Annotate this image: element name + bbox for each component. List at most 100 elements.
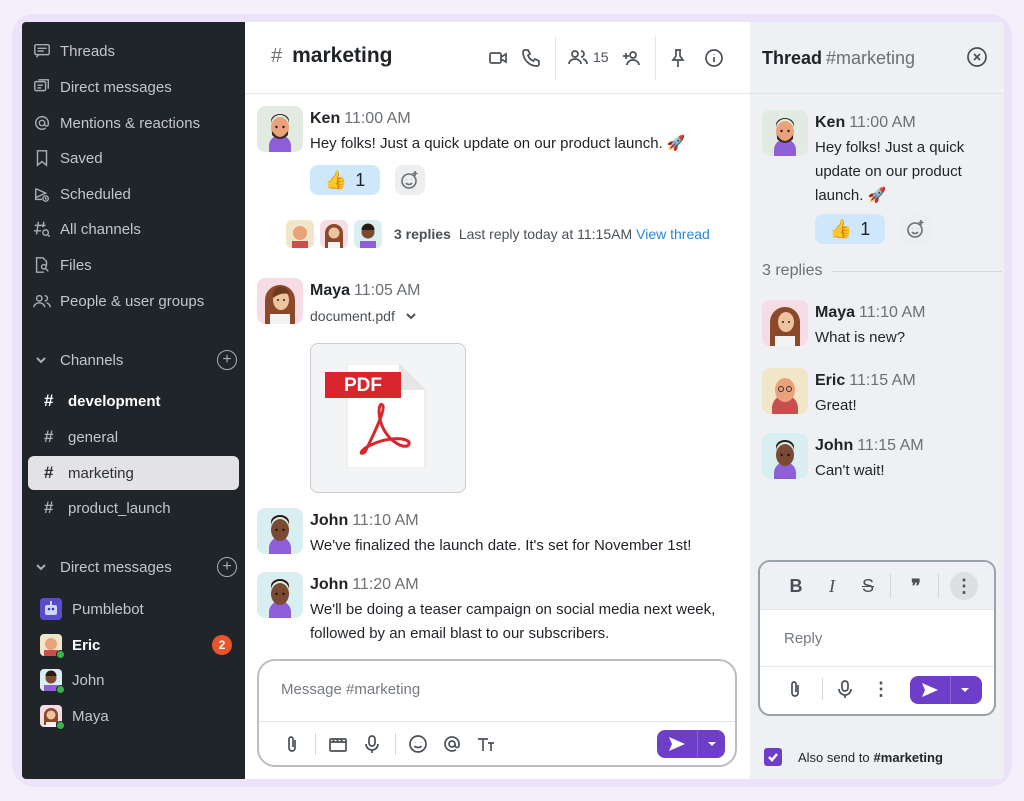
toolbar-divider bbox=[395, 733, 396, 755]
sidebar-channel-product-launch[interactable]: # product_launch bbox=[28, 491, 239, 525]
send-icon bbox=[910, 680, 950, 700]
send-button[interactable] bbox=[657, 730, 725, 758]
sidebar-channel-development[interactable]: # development bbox=[28, 384, 239, 418]
reaction-chip[interactable]: 👍 1 bbox=[815, 214, 885, 244]
attach-icon[interactable] bbox=[782, 674, 808, 704]
info-icon[interactable] bbox=[702, 46, 726, 70]
text-format-icon[interactable] bbox=[473, 729, 499, 759]
sidebar-item-people[interactable]: People & user groups bbox=[32, 286, 237, 316]
message-time: 11:05 AM bbox=[354, 282, 421, 299]
video-clip-icon[interactable] bbox=[325, 729, 351, 759]
message-input[interactable]: Message #marketing bbox=[281, 681, 420, 698]
pin-icon[interactable] bbox=[666, 46, 690, 70]
reply-input[interactable]: Reply bbox=[784, 630, 822, 647]
threads-icon bbox=[32, 41, 52, 61]
author-name[interactable]: John bbox=[310, 576, 348, 593]
message-item: Ken 11:00 AM Hey folks! Just a quick upda… bbox=[257, 106, 742, 226]
sidebar-item-saved[interactable]: Saved bbox=[32, 143, 237, 173]
author-name[interactable]: Ken bbox=[310, 110, 340, 127]
author-name[interactable]: Eric bbox=[815, 372, 845, 389]
unread-badge: 2 bbox=[212, 635, 232, 655]
also-send-checkbox[interactable] bbox=[764, 748, 782, 766]
channel-search-icon bbox=[32, 219, 52, 239]
reply-send-button[interactable] bbox=[910, 676, 982, 704]
more-options-icon[interactable]: ⋮ bbox=[868, 674, 894, 704]
view-thread-link[interactable]: View thread bbox=[636, 226, 710, 242]
message-composer[interactable]: Message #marketing bbox=[257, 659, 737, 767]
sidebar-channel-general[interactable]: # general bbox=[28, 420, 239, 454]
header-divider bbox=[655, 36, 656, 80]
send-options-chevron-icon[interactable] bbox=[950, 676, 978, 704]
microphone-icon[interactable] bbox=[359, 729, 385, 759]
more-options-icon[interactable]: ⋮ bbox=[950, 572, 978, 600]
thread-reply: Eric 11:15 AM Great! bbox=[762, 368, 1002, 424]
hash-icon: # bbox=[44, 463, 54, 482]
sidebar-item-mentions[interactable]: Mentions & reactions bbox=[32, 108, 237, 138]
send-options-chevron-icon[interactable] bbox=[697, 730, 725, 758]
add-reaction-icon[interactable] bbox=[901, 214, 931, 244]
also-send-option[interactable]: Also send to #marketing bbox=[764, 748, 943, 766]
sidebar-channel-marketing[interactable]: # marketing bbox=[28, 456, 239, 490]
online-indicator bbox=[56, 721, 65, 730]
chevron-down-icon bbox=[406, 313, 416, 320]
phone-icon[interactable] bbox=[519, 46, 543, 70]
dm-section-header[interactable]: Direct messages + bbox=[32, 553, 237, 581]
dm-label: Pumblebot bbox=[72, 600, 144, 618]
sidebar-item-threads[interactable]: Threads bbox=[32, 36, 237, 66]
bold-icon[interactable]: B bbox=[782, 572, 810, 600]
channel-name: marketing bbox=[292, 44, 393, 67]
add-reaction-icon[interactable] bbox=[395, 165, 425, 195]
at-icon bbox=[32, 113, 52, 133]
author-name[interactable]: John bbox=[310, 512, 348, 529]
sidebar-dm-eric[interactable]: Eric 2 bbox=[40, 630, 240, 660]
members-icon bbox=[568, 50, 588, 65]
thread-summary[interactable]: 3 replies Last reply today at 11:15AM Vi… bbox=[286, 218, 710, 250]
file-name-row[interactable]: document.pdf bbox=[310, 308, 417, 324]
strikethrough-icon[interactable]: S bbox=[854, 572, 882, 600]
quote-icon[interactable]: ❞ bbox=[902, 572, 930, 600]
file-search-icon bbox=[32, 255, 52, 275]
close-icon[interactable] bbox=[966, 46, 988, 68]
file-preview[interactable]: PDF bbox=[310, 343, 466, 493]
microphone-icon[interactable] bbox=[832, 674, 858, 704]
avatar bbox=[257, 508, 303, 554]
sidebar-item-label: People & user groups bbox=[60, 292, 205, 310]
channel-main: # marketing 15 Ken 11:00 AM Hey folks! Ju… bbox=[245, 22, 750, 779]
also-send-channel: #marketing bbox=[873, 749, 943, 765]
hash-icon: # bbox=[271, 44, 283, 67]
sidebar-dm-john[interactable]: John bbox=[40, 665, 240, 695]
message-text: Can't wait! bbox=[815, 462, 885, 479]
sidebar-dm-pumblebot[interactable]: Pumblebot bbox=[40, 594, 240, 624]
author-name[interactable]: John bbox=[815, 437, 853, 454]
channel-header: # marketing 15 bbox=[245, 22, 750, 94]
members-button[interactable]: 15 bbox=[567, 46, 609, 68]
sidebar-item-files[interactable]: Files bbox=[32, 250, 237, 280]
add-member-icon[interactable] bbox=[620, 46, 644, 70]
video-call-icon[interactable] bbox=[486, 46, 510, 70]
message-author: Ken 11:00 AM bbox=[815, 114, 916, 132]
replies-count-label: 3 replies bbox=[762, 262, 823, 279]
attach-icon[interactable] bbox=[279, 729, 305, 759]
author-name[interactable]: Maya bbox=[815, 304, 855, 321]
reaction-count: 1 bbox=[355, 169, 366, 190]
chevron-down-icon bbox=[32, 354, 50, 366]
hash-icon: # bbox=[44, 427, 54, 446]
sidebar-item-all-channels[interactable]: All channels bbox=[32, 214, 237, 244]
add-dm-icon[interactable]: + bbox=[217, 557, 237, 577]
sidebar-item-direct-messages[interactable]: Direct messages bbox=[32, 72, 237, 102]
last-reply-text: Last reply today at 11:15AM bbox=[458, 226, 633, 242]
sidebar-dm-maya[interactable]: Maya bbox=[40, 701, 240, 731]
also-send-label: Also send to bbox=[798, 749, 870, 765]
avatar bbox=[40, 669, 65, 694]
italic-icon[interactable]: I bbox=[818, 572, 846, 600]
reply-composer[interactable]: B I S ❞ ⋮ Reply ⋮ bbox=[758, 560, 996, 716]
mention-icon[interactable] bbox=[439, 729, 465, 759]
reaction-chip[interactable]: 👍 1 bbox=[310, 165, 380, 195]
channels-section-header[interactable]: Channels + bbox=[32, 346, 237, 374]
thread-title-label: Thread bbox=[762, 48, 823, 68]
add-channel-icon[interactable]: + bbox=[217, 350, 237, 370]
emoji-icon[interactable] bbox=[405, 729, 431, 759]
author-name[interactable]: Ken bbox=[815, 114, 845, 131]
sidebar-item-scheduled[interactable]: Scheduled bbox=[32, 179, 237, 209]
author-name[interactable]: Maya bbox=[310, 282, 350, 299]
